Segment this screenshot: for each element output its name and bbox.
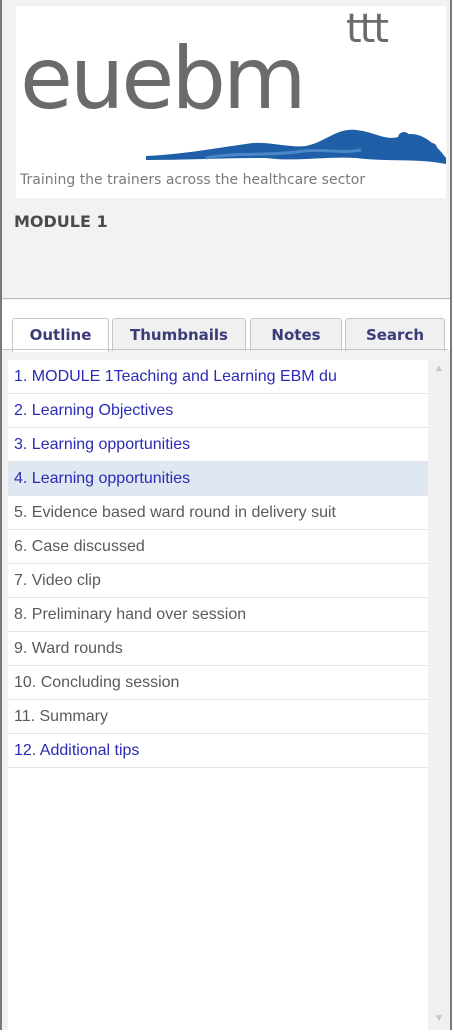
header-divider: [2, 298, 450, 299]
scroll-up-icon[interactable]: ▲: [433, 364, 445, 374]
outline-item[interactable]: 1. MODULE 1Teaching and Learning EBM du: [8, 360, 428, 394]
header: euebm ttt Training the trainers across t…: [2, 0, 450, 298]
logo-tagline: Training the trainers across the healthc…: [20, 172, 366, 188]
outline-item[interactable]: 12. Additional tips: [8, 734, 428, 768]
tab-notes[interactable]: Notes: [250, 318, 342, 351]
outline-item[interactable]: 8. Preliminary hand over session: [8, 598, 428, 632]
outline-item[interactable]: 4. Learning opportunities: [8, 462, 428, 496]
tab-bar: Outline Thumbnails Notes Search: [2, 300, 450, 352]
euebm-logo: euebm ttt Training the trainers across t…: [16, 6, 446, 198]
scroll-down-icon[interactable]: ▼: [433, 1014, 445, 1024]
outline-item[interactable]: 9. Ward rounds: [8, 632, 428, 666]
tab-outline[interactable]: Outline: [12, 318, 109, 352]
logo-main-text: euebm: [20, 29, 307, 129]
tab-underline: [2, 349, 448, 350]
wave-icon: [146, 129, 446, 164]
scrollbar[interactable]: ▲ ▼: [430, 360, 448, 1030]
outline-item[interactable]: 11. Summary: [8, 700, 428, 734]
logo-superscript: ttt: [346, 6, 389, 52]
outline-item[interactable]: 5. Evidence based ward round in delivery…: [8, 496, 428, 530]
tab-search[interactable]: Search: [345, 318, 445, 351]
outline-list: 1. MODULE 1Teaching and Learning EBM du 2…: [8, 360, 428, 1030]
outline-item[interactable]: 10. Concluding session: [8, 666, 428, 700]
outline-item[interactable]: 3. Learning opportunities: [8, 428, 428, 462]
outline-item[interactable]: 7. Video clip: [8, 564, 428, 598]
tab-thumbnails[interactable]: Thumbnails: [112, 318, 246, 351]
module-title: MODULE 1: [14, 212, 108, 231]
outline-item[interactable]: 2. Learning Objectives: [8, 394, 428, 428]
outline-item[interactable]: 6. Case discussed: [8, 530, 428, 564]
